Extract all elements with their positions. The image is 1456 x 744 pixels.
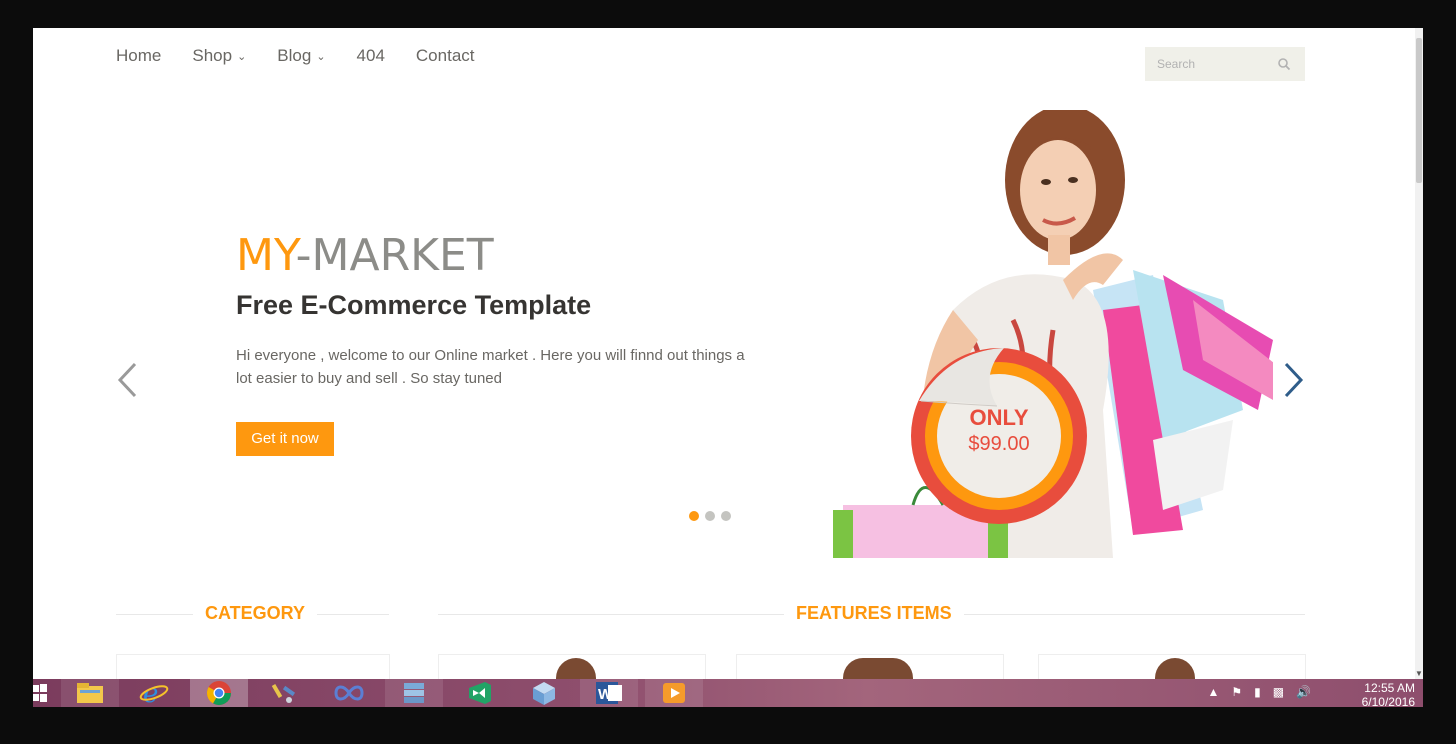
network-signal-icon[interactable]: ▩ xyxy=(1273,685,1284,699)
hero-description: Hi everyone , welcome to our Online mark… xyxy=(236,347,745,387)
show-hidden-icons-icon[interactable]: ▲ xyxy=(1207,685,1219,699)
word-icon[interactable]: W xyxy=(580,679,638,707)
nav-404-label: 404 xyxy=(356,46,385,65)
svg-text:W: W xyxy=(598,686,613,703)
file-explorer-icon[interactable] xyxy=(61,679,119,707)
nav-home[interactable]: Home xyxy=(116,46,161,66)
main-nav: Home Shop ⌄ Blog ⌄ 404 Contact xyxy=(116,46,506,66)
brand-title-market: -MARKET xyxy=(295,230,494,281)
slider-dot-3[interactable] xyxy=(721,511,731,521)
screen-frame: Home Shop ⌄ Blog ⌄ 404 Contact MY-MARKET F… xyxy=(0,0,1456,744)
slider-dots xyxy=(689,511,731,521)
nav-blog-label: Blog xyxy=(277,46,312,65)
brand-title-my: MY xyxy=(236,230,296,281)
slider-prev-arrow-icon[interactable] xyxy=(115,360,139,400)
nav-home-label: Home xyxy=(116,46,162,65)
scrollbar-thumb[interactable] xyxy=(1416,38,1422,183)
stack-icon[interactable] xyxy=(385,679,443,707)
windows-start-icon[interactable] xyxy=(33,683,47,703)
features-items-title: FEATURES ITEMS xyxy=(784,603,964,624)
tools-icon[interactable] xyxy=(255,679,313,707)
taskbar-clock[interactable]: 12:55 AM 6/10/2016 xyxy=(1362,681,1415,709)
chevron-down-icon: ⌄ xyxy=(316,50,326,63)
nav-404[interactable]: 404 xyxy=(357,46,385,66)
cube-icon[interactable] xyxy=(515,679,573,707)
price-value: $99.00 xyxy=(968,433,1030,455)
infinity-icon[interactable] xyxy=(320,679,378,707)
windows-taskbar: e W ▲ ⚑ ▮ ▩ 🔊 12:55 AM 6/10/2016 xyxy=(33,679,1423,709)
product-image-peek xyxy=(843,658,913,680)
scroll-down-arrow-icon[interactable]: ▼ xyxy=(1415,670,1423,678)
category-panel xyxy=(116,654,390,680)
slider-dot-1[interactable] xyxy=(689,511,699,521)
nav-shop[interactable]: Shop ⌄ xyxy=(192,46,246,66)
visual-studio-icon[interactable] xyxy=(450,679,508,707)
browser-viewport: Home Shop ⌄ Blog ⌄ 404 Contact MY-MARKET F… xyxy=(33,28,1423,680)
volume-icon[interactable]: 🔊 xyxy=(1296,685,1311,699)
search-input[interactable] xyxy=(1155,56,1279,72)
brand-title: MY-MARKET xyxy=(236,230,494,281)
price-badge-text: ONLY $99.00 xyxy=(909,406,1089,458)
chrome-icon[interactable] xyxy=(190,679,248,707)
internet-explorer-icon[interactable]: e xyxy=(125,679,183,707)
nav-blog[interactable]: Blog ⌄ xyxy=(277,46,325,66)
clock-time: 12:55 AM xyxy=(1364,681,1415,695)
battery-icon[interactable]: ▮ xyxy=(1254,685,1261,699)
search-icon[interactable] xyxy=(1277,57,1291,71)
media-player-icon[interactable] xyxy=(645,679,703,707)
get-it-now-button[interactable]: Get it now xyxy=(236,422,334,456)
slider-next-arrow-icon[interactable] xyxy=(1282,360,1306,400)
hero-headline: Free E-Commerce Template xyxy=(236,290,592,320)
svg-text:e: e xyxy=(143,680,158,706)
system-tray: ▲ ⚑ ▮ ▩ 🔊 xyxy=(1207,685,1311,699)
category-title: CATEGORY xyxy=(193,603,318,624)
slider-dot-2[interactable] xyxy=(705,511,715,521)
chevron-down-icon: ⌄ xyxy=(237,50,247,63)
flag-icon[interactable]: ⚑ xyxy=(1231,685,1242,699)
vertical-scrollbar[interactable]: ▼ xyxy=(1415,28,1423,680)
nav-contact[interactable]: Contact xyxy=(416,46,475,66)
search-box xyxy=(1145,47,1305,81)
nav-shop-label: Shop xyxy=(192,46,233,65)
nav-contact-label: Contact xyxy=(415,46,475,65)
price-only-label: ONLY xyxy=(969,405,1029,430)
clock-date: 6/10/2016 xyxy=(1361,695,1415,709)
